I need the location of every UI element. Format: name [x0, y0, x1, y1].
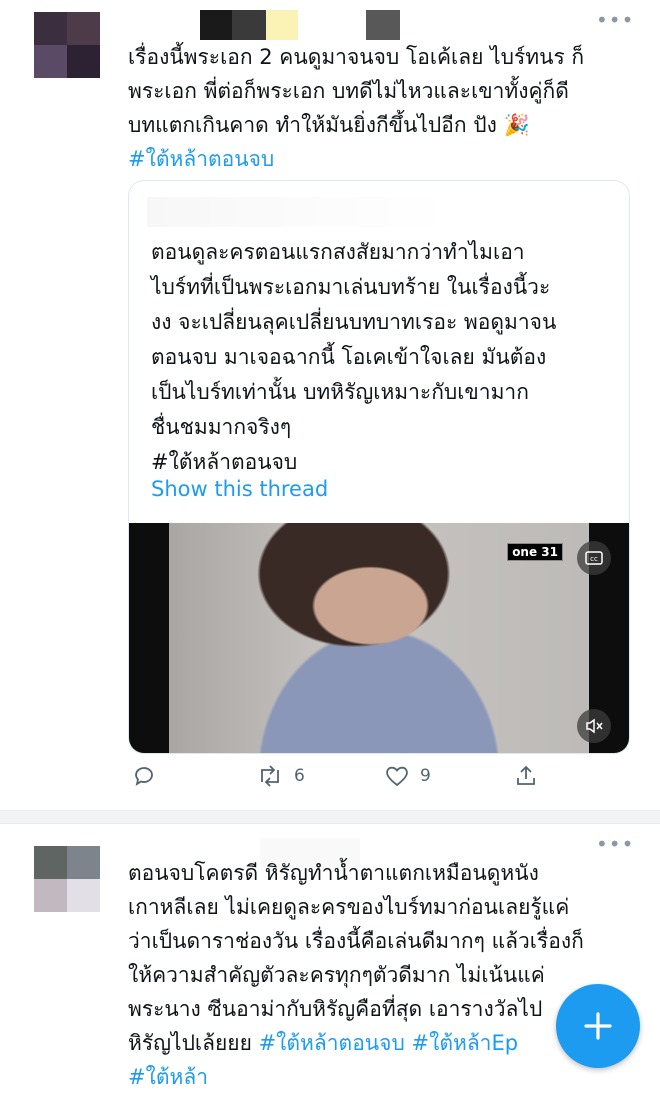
quoted-text-line: ตอนจบ มาเจอฉากนี้ โอเคเข้าใจเลย มันต้อง [151, 345, 547, 369]
plus-icon [584, 1012, 612, 1040]
hashtag-link[interactable]: #ใต้หล้าตอนจบ [259, 1031, 405, 1055]
quoted-text-line: ไบร์ทที่เป็นพระเอกมาเล่นบทร้าย ในเรื่องน… [151, 275, 551, 299]
retweet-icon [261, 765, 279, 787]
video-player[interactable]: one 31 cc [129, 523, 629, 753]
reply-button[interactable] [132, 764, 156, 788]
retweet-count: 6 [294, 766, 305, 786]
quoted-author-blurred [147, 197, 447, 227]
quoted-text-line: ตอนดูละครตอนแรกสงสัยมากว่าทำไมเอา [151, 240, 525, 264]
hashtag-link[interactable]: #ใต้หล้าตอนจบ [128, 142, 584, 176]
tweet-text-line: พระนาง ซีนอาม่ากับหิรัญคือที่สุด เอารางว… [128, 997, 543, 1021]
hashtag-link[interactable]: #ใต้หล้า [128, 1060, 584, 1094]
more-options-icon[interactable]: ••• [596, 8, 634, 32]
tweet-text-line: ตอนจบโคตรดี หิรัญทำน้ำตาแตกเหมือนดูหนัง [128, 861, 539, 885]
tweet-text-line: ให้ความสำคัญตัวละครทุกๆตัวดีมาก ไม่เน้นแ… [128, 963, 545, 987]
tweet-text: ตอนจบโคตรดี หิรัญทำน้ำตาแตกเหมือนดูหนัง … [128, 856, 584, 1094]
tweet-1[interactable]: ••• เรื่องนี้พระเอก 2 คนดูมาจนจบ โอเค้เล… [0, 0, 660, 808]
tweet-text: เรื่องนี้พระเอก 2 คนดูมาจนจบ โอเค้เลย ไบ… [128, 40, 584, 176]
feed-divider [0, 810, 660, 824]
show-thread-link[interactable]: Show this thread [151, 477, 328, 501]
share-icon [517, 765, 535, 785]
speaker-mute-icon[interactable] [577, 709, 611, 743]
tweet-text-line: บทแตกเกินคาด ทำให้มันยิ่งกีขึ้นไปอีก ปัง… [128, 113, 530, 137]
quoted-hashtag[interactable]: #ใต้หล้าตอนจบ [151, 445, 556, 480]
channel-logo: one 31 [507, 543, 563, 561]
author-name-pixelated[interactable] [200, 10, 400, 40]
retweet-button[interactable]: 6 [256, 764, 305, 788]
like-count: 9 [420, 766, 431, 786]
like-button[interactable]: 9 [384, 764, 431, 788]
avatar[interactable] [34, 846, 100, 912]
tweet-text-line: หิรัญไปเล้ยยย #ใต้หล้าตอนจบ #ใต้หล้าEp [128, 1026, 584, 1060]
closed-caption-icon[interactable]: cc [577, 541, 611, 575]
hashtag-link[interactable]: #ใต้หล้าEp [411, 1031, 518, 1055]
quoted-text-line: งง จะเปลี่ยนลุคเปลี่ยนบทบาทเรอะ พอดูมาจน [151, 310, 557, 334]
heart-icon [386, 766, 408, 787]
quoted-tweet-text: ตอนดูละครตอนแรกสงสัยมากว่าทำไมเอา ไบร์ทท… [151, 235, 556, 480]
compose-tweet-button[interactable] [556, 984, 640, 1068]
tweet-text-line: พระเอก พี่ต่อก็พระเอก บทดีไม่ไหวและเขาทั… [128, 79, 569, 103]
reply-bubble-icon [135, 767, 153, 786]
quoted-text-line: ชื่นชมมากจริงๆ [151, 415, 292, 439]
svg-text:cc: cc [590, 555, 598, 563]
quoted-tweet-card[interactable]: ตอนดูละครตอนแรกสงสัยมากว่าทำไมเอา ไบร์ทท… [128, 180, 630, 754]
quoted-text-line: เป็นไบร์ทเท่านั้น บทหิรัญเหมาะกับเขามาก [151, 380, 529, 404]
share-button[interactable] [514, 764, 538, 788]
tweet-text-line: เรื่องนี้พระเอก 2 คนดูมาจนจบ โอเค้เลย ไบ… [128, 45, 585, 69]
tweet-text-fragment: หิรัญไปเล้ยยย [128, 1031, 252, 1055]
avatar[interactable] [34, 12, 100, 78]
tweet-text-line: เกาหลีเลย ไม่เคยดูละครของไบร์ทมาก่อนเลยร… [128, 895, 570, 919]
more-options-icon[interactable]: ••• [596, 832, 634, 856]
tweet-actions: 6 9 [128, 764, 628, 796]
tweet-text-line: ว่าเป็นดาราช่องวัน เรื่องนี้คือเล่นดีมาก… [128, 929, 584, 953]
